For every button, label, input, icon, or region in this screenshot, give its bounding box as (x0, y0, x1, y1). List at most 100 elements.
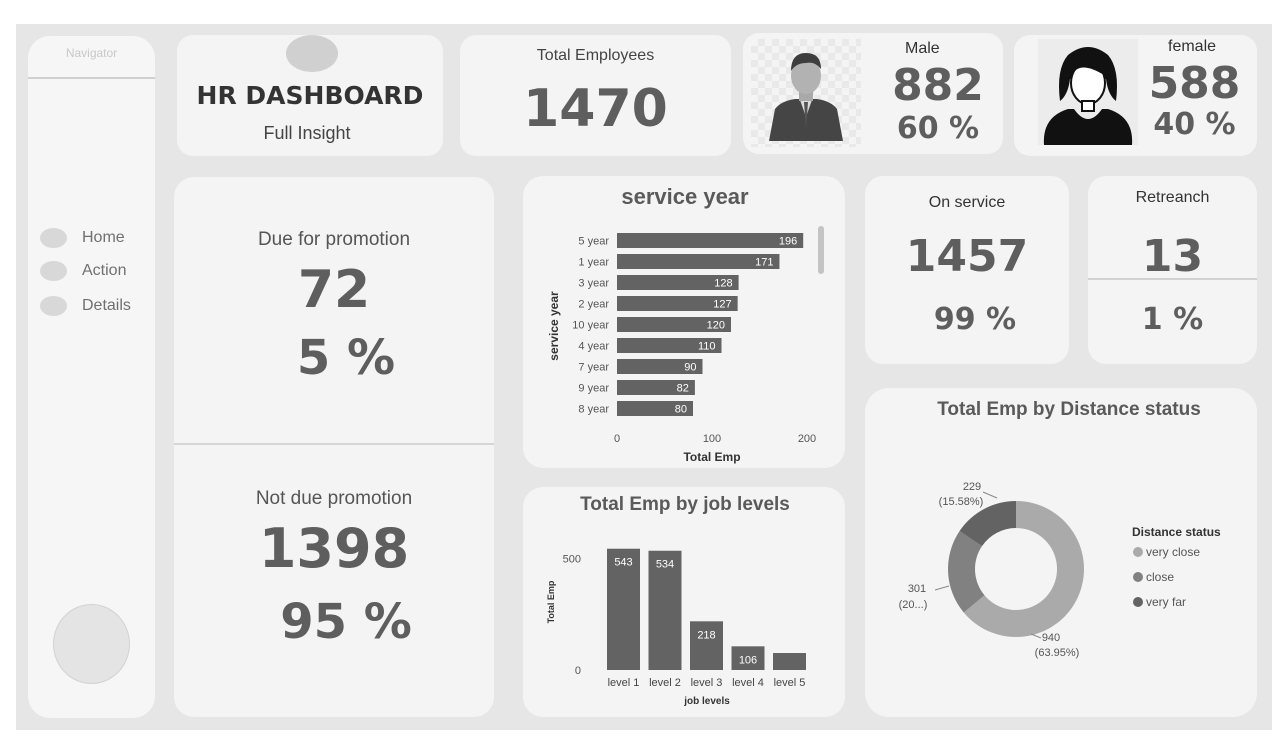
donut-value-label: 940 (1042, 632, 1060, 644)
service-year-data-label: 171 (755, 257, 773, 269)
job-levels-data-label: 534 (656, 559, 674, 571)
total-employees-label: Total Employees (536, 47, 655, 64)
donut-value-label: 301 (908, 583, 926, 595)
promotion-divider (174, 443, 494, 445)
donut-value-label: 229 (963, 481, 981, 493)
retreanch-label: Retreanch (1135, 189, 1210, 206)
job-levels-data-label: 218 (697, 629, 715, 641)
distance-status-card: Total Emp by Distance status Distance st… (865, 388, 1257, 717)
navigator-divider (28, 77, 155, 79)
nav-item-action[interactable]: Action (40, 260, 126, 282)
on-service-card: On service 1457 99 % (865, 176, 1069, 364)
job-levels-chart: Total Emp by job levels Total Emp job le… (546, 494, 806, 707)
service-year-tick-label: 1 year (578, 257, 609, 269)
service-year-tick-label: 8 year (578, 404, 609, 416)
job-levels-card: Total Emp by job levels Total Emp job le… (523, 487, 845, 717)
service-year-data-label: 120 (707, 320, 725, 332)
service-year-tick-label: 9 year (578, 383, 609, 395)
service-year-tick-label: 4 year (578, 341, 609, 353)
header-card: HR DASHBOARD Full Insight (177, 35, 443, 156)
donut-pct-label: (63.95%) (1035, 647, 1080, 659)
service-year-tick-label: 2 year (578, 299, 609, 311)
page-title: HR DASHBOARD (196, 81, 424, 110)
retreanch-divider (1088, 278, 1257, 280)
logo-placeholder (286, 35, 338, 72)
donut-leader-line (1030, 633, 1042, 639)
service-year-ylabel: service year (547, 291, 561, 361)
female-value: 588 (1148, 58, 1241, 109)
job-levels-tick-label: level 5 (774, 677, 806, 689)
donut-leader-line (982, 491, 998, 499)
female-person-icon (1038, 39, 1138, 145)
page-subtitle: Full Insight (263, 123, 351, 143)
due-promotion-label: Due for promotion (257, 229, 411, 250)
legend-marker-very-close (1133, 547, 1143, 557)
on-service-label: On service (928, 194, 1006, 211)
service-year-x-tick: 200 (798, 433, 816, 445)
legend-label: very close (1146, 545, 1200, 559)
job-levels-y-tick: 0 (575, 665, 581, 677)
male-person-icon (751, 39, 861, 147)
job-levels-title: Total Emp by job levels (580, 494, 790, 515)
donut-leader-line (934, 585, 950, 591)
nav-item-label: Home (82, 229, 125, 246)
action-dot-icon (40, 261, 67, 281)
details-dot-icon (40, 296, 67, 316)
not-due-promotion-value: 1398 (258, 517, 410, 580)
legend-marker-close (1133, 572, 1143, 582)
male-card: Male 882 60 % (743, 33, 1003, 154)
service-year-title: service year (621, 184, 749, 209)
male-label: Male (905, 40, 940, 57)
on-service-value: 1457 (905, 231, 1029, 282)
nav-item-label: Details (82, 297, 131, 314)
legend-label: close (1146, 570, 1174, 584)
female-card: female 588 40 % (1014, 35, 1257, 156)
distance-legend-title: Distance status (1132, 525, 1221, 539)
job-levels-xlabel: job levels (683, 696, 730, 707)
service-year-chart: service year service year Total Emp 5 ye… (547, 184, 824, 464)
donut-pct-label: (15.58%) (939, 496, 984, 508)
job-levels-ylabel: Total Emp (546, 580, 556, 623)
nav-item-details[interactable]: Details (40, 295, 131, 317)
service-year-tick-label: 3 year (578, 278, 609, 290)
service-year-data-label: 127 (713, 299, 731, 311)
service-year-data-label: 80 (675, 404, 687, 416)
service-year-data-label: 90 (684, 362, 696, 374)
due-promotion-percent: 5 % (296, 330, 396, 386)
service-year-tick-label: 5 year (578, 236, 609, 248)
distance-status-title: Total Emp by Distance status (937, 399, 1201, 420)
service-year-xlabel: Total Emp (683, 450, 740, 464)
male-percent: 60 % (896, 111, 980, 146)
male-value: 882 (892, 60, 984, 111)
avatar[interactable] (53, 604, 130, 684)
not-due-promotion-label: Not due promotion (255, 488, 413, 509)
female-percent: 40 % (1153, 107, 1236, 142)
job-levels-tick-label: level 4 (732, 677, 764, 689)
female-label: female (1168, 38, 1217, 55)
distance-status-chart: Total Emp by Distance status Distance st… (899, 399, 1221, 659)
promotion-card: Due for promotion 72 5 % Not due promoti… (174, 177, 494, 717)
on-service-percent: 99 % (933, 302, 1017, 337)
total-employees-value: 1470 (523, 79, 668, 139)
job-levels-y-tick: 500 (563, 553, 581, 565)
nav-item-label: Action (82, 262, 127, 279)
service-year-data-label: 196 (779, 236, 797, 248)
donut-pct-label: (20...) (899, 599, 928, 611)
nav-item-home[interactable]: Home (40, 227, 125, 249)
job-levels-bar (773, 653, 806, 670)
service-year-x-tick: 0 (614, 433, 620, 445)
navigator-title: Navigator (65, 46, 118, 60)
dashboard-frame: Navigator Home Action Details HR DASHBOA… (16, 24, 1272, 730)
service-year-scrollbar[interactable] (818, 226, 824, 274)
retreanch-value: 13 (1141, 231, 1204, 282)
retreanch-card: Retreanch 13 1 % (1088, 176, 1257, 364)
service-year-data-label: 110 (698, 341, 716, 353)
navigator-panel: Navigator Home Action Details (28, 36, 155, 718)
service-year-tick-label: 7 year (578, 362, 609, 374)
home-dot-icon (40, 228, 67, 248)
legend-marker-very-far (1133, 597, 1143, 607)
job-levels-tick-label: level 3 (691, 677, 723, 689)
service-year-x-tick: 100 (703, 433, 721, 445)
service-year-bar (617, 233, 804, 248)
job-levels-data-label: 106 (739, 654, 757, 666)
